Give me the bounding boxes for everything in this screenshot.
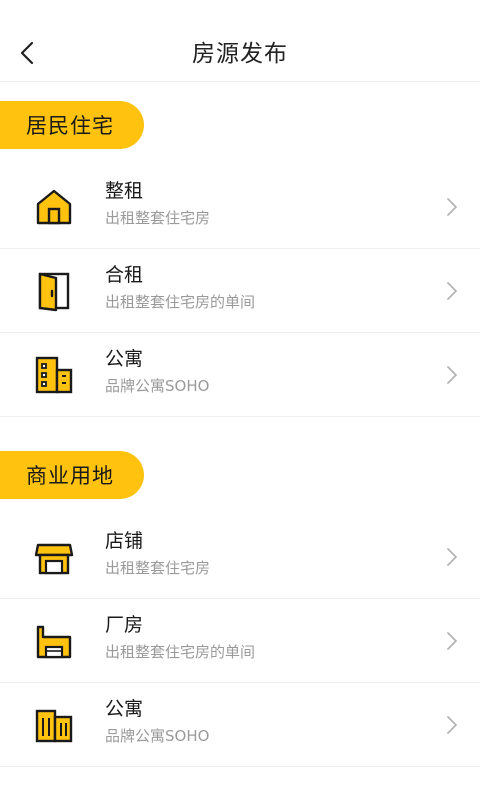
item-subtitle: 品牌公寓SOHO <box>105 377 210 395</box>
commercial-list: 店铺 出租整套住宅房 厂房 出租整套住宅房的单间 公寓 品牌公寓SOHO <box>0 515 480 767</box>
section-label-residential: 居民住宅 <box>0 101 144 149</box>
list-item-office-apartment[interactable]: 公寓 品牌公寓SOHO <box>0 683 480 767</box>
section-residential: 居民住宅 整租 出租整套住宅房 合租 出租整套住宅房的单间 公寓 品牌公寓SOH… <box>0 101 480 417</box>
list-item-apartment[interactable]: 公寓 品牌公寓SOHO <box>0 333 480 417</box>
house-icon <box>36 189 72 224</box>
storefront-icon <box>34 543 74 574</box>
item-title: 店铺 <box>105 530 144 552</box>
door-icon <box>38 272 70 311</box>
app-header: 房源发布 <box>0 0 480 82</box>
section-commercial: 商业用地 店铺 出租整套住宅房 厂房 出租整套住宅房的单间 公寓 品牌公寓SOH… <box>0 451 480 767</box>
chevron-right-icon <box>447 715 457 734</box>
residential-list: 整租 出租整套住宅房 合租 出租整套住宅房的单间 公寓 品牌公寓SOHO <box>0 165 480 417</box>
apartment-building-icon <box>35 356 73 393</box>
chevron-right-icon <box>447 631 457 650</box>
item-title: 整租 <box>105 180 144 202</box>
list-item-shared-rent[interactable]: 合租 出租整套住宅房的单间 <box>0 249 480 333</box>
chevron-right-icon <box>447 365 457 384</box>
list-item-whole-rent[interactable]: 整租 出租整套住宅房 <box>0 165 480 249</box>
chevron-right-icon <box>447 281 457 300</box>
item-subtitle: 出租整套住宅房 <box>105 559 211 577</box>
item-title: 厂房 <box>105 614 144 636</box>
list-item-factory[interactable]: 厂房 出租整套住宅房的单间 <box>0 599 480 683</box>
chevron-right-icon <box>447 547 457 566</box>
factory-icon <box>36 625 72 658</box>
item-subtitle: 出租整套住宅房的单间 <box>105 293 256 311</box>
section-label-commercial: 商业用地 <box>0 451 144 499</box>
list-item-shop[interactable]: 店铺 出租整套住宅房 <box>0 515 480 599</box>
item-subtitle: 出租整套住宅房的单间 <box>105 643 256 661</box>
item-title: 合租 <box>105 264 144 286</box>
chevron-right-icon <box>447 197 457 216</box>
item-subtitle: 出租整套住宅房 <box>105 209 211 227</box>
page-title: 房源发布 <box>192 41 288 67</box>
item-title: 公寓 <box>105 348 144 370</box>
office-building-icon <box>35 709 73 742</box>
item-subtitle: 品牌公寓SOHO <box>105 727 210 745</box>
item-title: 公寓 <box>105 698 144 720</box>
